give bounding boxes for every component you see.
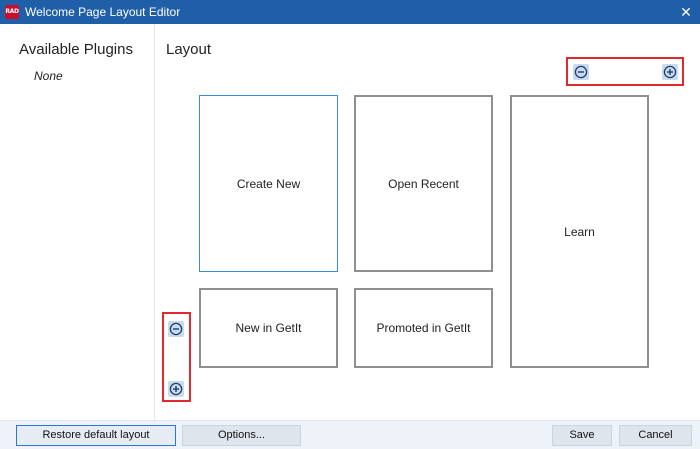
tile-open-recent[interactable]: Open Recent xyxy=(354,95,493,272)
tile-new-in-getit[interactable]: New in GetIt xyxy=(199,288,338,368)
add-column-button[interactable] xyxy=(662,64,678,80)
window-title: Welcome Page Layout Editor xyxy=(25,5,181,19)
tile-learn[interactable]: Learn xyxy=(510,95,649,368)
tile-label: New in GetIt xyxy=(235,321,302,335)
remove-column-button[interactable] xyxy=(573,64,589,80)
available-plugins-heading: Available Plugins xyxy=(19,41,133,58)
plus-circle-icon xyxy=(663,65,677,79)
cancel-button[interactable]: Cancel xyxy=(619,425,692,446)
plus-circle-icon xyxy=(169,382,183,396)
tile-label: Promoted in GetIt xyxy=(376,321,471,335)
minus-circle-icon xyxy=(169,322,183,336)
remove-row-button[interactable] xyxy=(168,321,184,337)
tile-label: Create New xyxy=(236,176,301,191)
tile-promoted-in-getit[interactable]: Promoted in GetIt xyxy=(354,288,493,368)
layout-heading: Layout xyxy=(166,41,212,58)
tile-create-new[interactable]: Create New xyxy=(199,95,338,272)
save-button[interactable]: Save xyxy=(552,425,612,446)
available-plugins-empty-text: None xyxy=(34,69,63,83)
tile-label: Open Recent xyxy=(388,176,459,191)
restore-default-layout-button[interactable]: Restore default layout xyxy=(16,425,176,446)
row-controls-highlight xyxy=(162,312,191,402)
rad-studio-app-icon: RAD xyxy=(5,5,19,19)
title-bar: RAD Welcome Page Layout Editor ✕ xyxy=(0,0,700,24)
tile-label: Learn xyxy=(564,224,595,239)
column-controls-highlight xyxy=(566,57,684,86)
add-row-button[interactable] xyxy=(168,381,184,397)
options-button[interactable]: Options... xyxy=(182,425,301,446)
available-plugins-panel: Available Plugins None xyxy=(0,24,155,420)
minus-circle-icon xyxy=(574,65,588,79)
close-icon[interactable]: ✕ xyxy=(676,2,696,22)
dialog-button-bar: Restore default layout Options... Save C… xyxy=(0,420,700,449)
